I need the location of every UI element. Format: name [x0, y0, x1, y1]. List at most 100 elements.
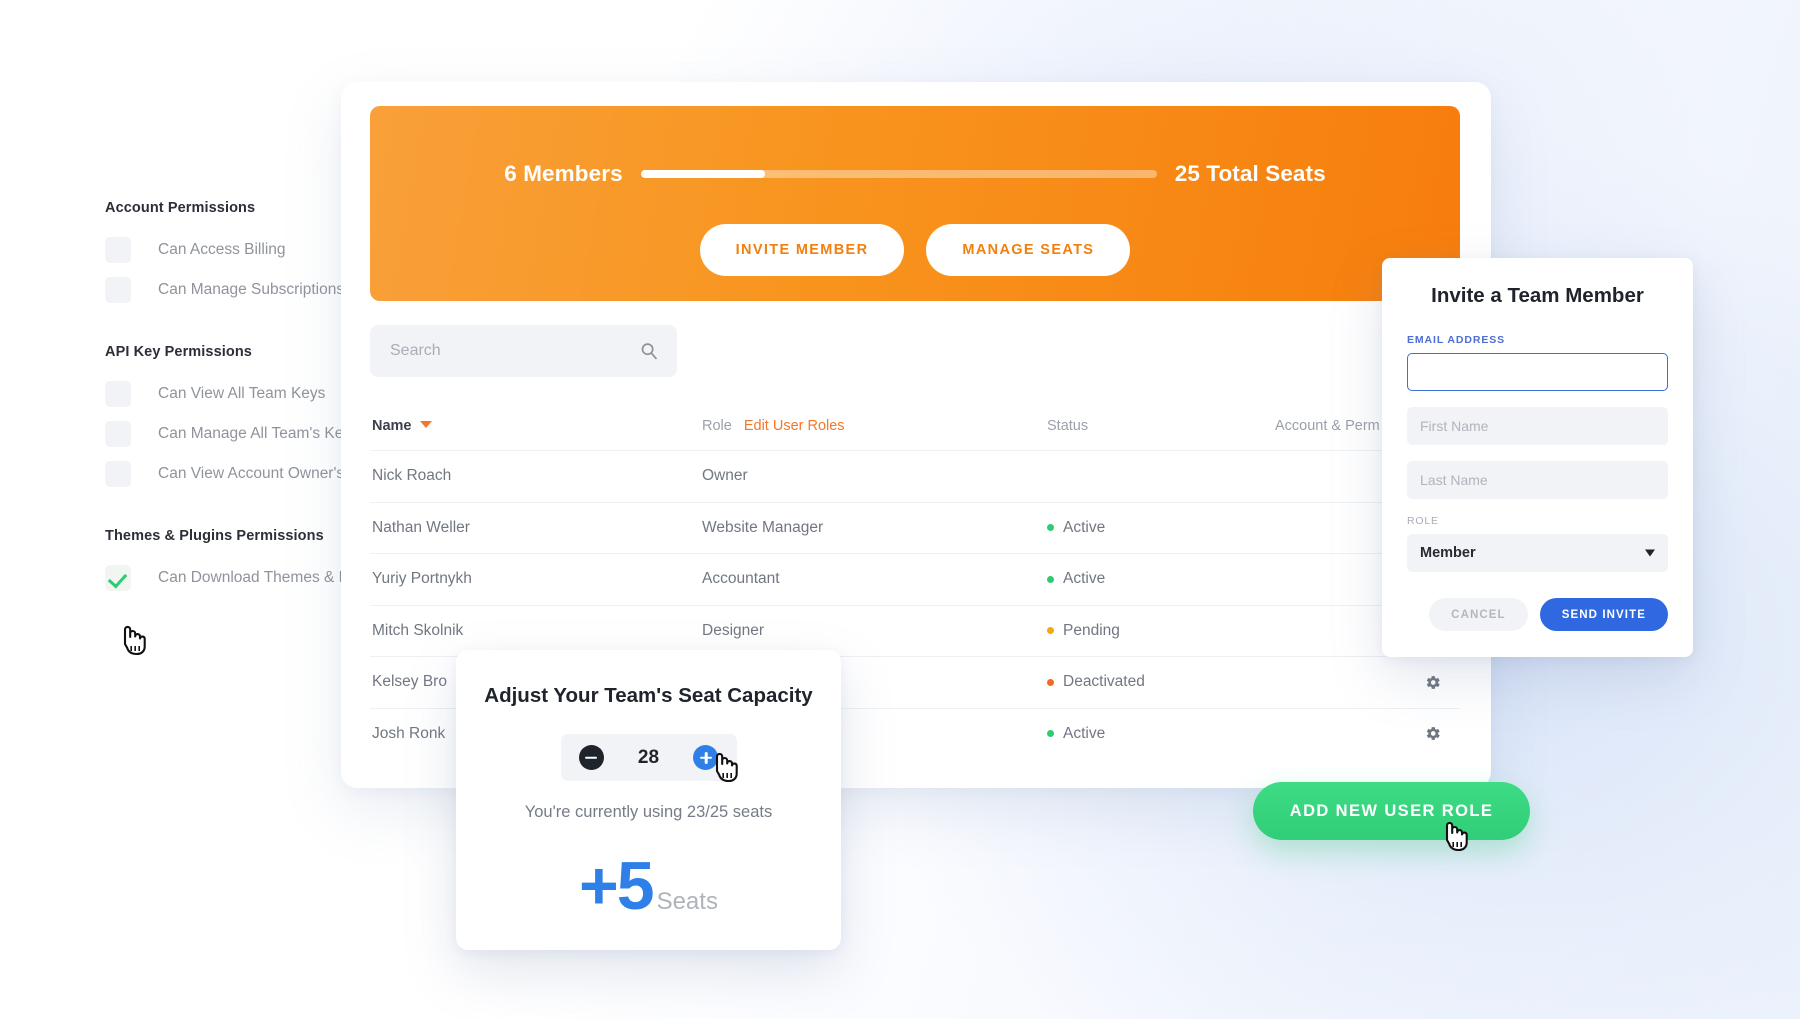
- cell-status: Active: [1063, 724, 1106, 742]
- column-header-status: Status: [1047, 417, 1275, 435]
- chevron-down-icon: [1645, 549, 1655, 557]
- last-name-field[interactable]: [1407, 461, 1668, 499]
- sort-descending-icon[interactable]: [419, 421, 432, 429]
- first-name-field[interactable]: [1407, 407, 1668, 445]
- seat-delta: +5 Seats: [456, 852, 841, 920]
- cancel-button[interactable]: CANCEL: [1429, 598, 1528, 631]
- permission-row-can-view-account-owners-keys[interactable]: Can View Account Owner's K: [105, 454, 360, 494]
- send-invite-button[interactable]: SEND INVITE: [1539, 598, 1668, 631]
- column-label-name: Name: [372, 418, 412, 434]
- seat-quantity-value: 28: [637, 746, 660, 768]
- cell-status: Deactivated: [1063, 673, 1145, 691]
- checkbox-can-download-themes-plugins[interactable]: [105, 565, 131, 591]
- role-select[interactable]: Member: [1407, 534, 1668, 572]
- role-select-value: Member: [1420, 545, 1476, 561]
- modal-title: Invite a Team Member: [1431, 284, 1644, 307]
- add-new-user-role-button[interactable]: ADD NEW USER ROLE: [1253, 782, 1530, 840]
- cell-name: Nathan Weller: [372, 518, 470, 536]
- permissions-panel: Account Permissions Can Access Billing C…: [0, 200, 370, 598]
- permission-label: Can Manage Subscriptions: [158, 281, 345, 298]
- search-input[interactable]: [388, 341, 639, 361]
- permission-group-heading: Account Permissions: [105, 200, 256, 216]
- total-seats-label: 25 Total Seats: [1174, 161, 1326, 186]
- permission-label: Can Download Themes & Plug: [158, 569, 370, 586]
- search-icon: [639, 341, 659, 361]
- edit-user-roles-link[interactable]: Edit User Roles: [744, 418, 845, 434]
- permission-row-can-access-billing[interactable]: Can Access Billing: [105, 230, 360, 270]
- search-box[interactable]: [370, 325, 677, 377]
- checkbox-can-manage-subscriptions[interactable]: [105, 277, 131, 303]
- app-screenshot: Account Permissions Can Access Billing C…: [0, 0, 1800, 1019]
- status-dot: [1047, 678, 1054, 686]
- members-count-label: 6 Members: [504, 161, 623, 186]
- permission-label: Can View All Team Keys: [158, 385, 326, 402]
- cell-role: Owner: [702, 467, 748, 485]
- pointer-cursor-icon: [116, 617, 150, 657]
- seat-usage-text: You're currently using 23/25 seats: [524, 803, 773, 821]
- column-header-name[interactable]: Name: [370, 417, 702, 435]
- status-dot: [1047, 730, 1054, 738]
- table-row[interactable]: Nathan Weller Website Manager Active: [370, 501, 1460, 554]
- permission-label: Can Manage All Team's Keys: [158, 425, 359, 442]
- column-label-account-permissions: Account & Perm: [1275, 418, 1380, 434]
- status-dot: [1047, 627, 1054, 635]
- permission-label: Can View Account Owner's K: [158, 465, 359, 482]
- seat-progress-fill: [640, 170, 765, 178]
- status-badge: Active: [1047, 725, 1275, 743]
- permission-row-can-manage-subscriptions[interactable]: Can Manage Subscriptions: [105, 270, 360, 310]
- plus-icon[interactable]: [693, 745, 719, 770]
- cell-name: Kelsey Bro: [372, 673, 447, 691]
- table-row[interactable]: Nick Roach Owner: [370, 450, 1460, 502]
- status-dot: [1047, 524, 1054, 532]
- column-label-status: Status: [1047, 418, 1089, 434]
- invite-team-member-modal: Invite a Team Member EMAIL ADDRESS ROLE …: [1382, 258, 1693, 657]
- cell-status: Active: [1063, 518, 1106, 536]
- seat-delta-label: Seats: [656, 888, 718, 915]
- gear-icon[interactable]: [1423, 673, 1442, 692]
- permission-row-can-view-all-team-keys[interactable]: Can View All Team Keys: [105, 374, 360, 414]
- checkbox-can-access-billing[interactable]: [105, 237, 131, 263]
- cell-status: Pending: [1063, 621, 1120, 639]
- gear-icon[interactable]: [1423, 724, 1442, 743]
- seat-quantity-stepper[interactable]: 28: [560, 734, 737, 781]
- permission-row-can-manage-all-teams-keys[interactable]: Can Manage All Team's Keys: [105, 414, 360, 454]
- table-row[interactable]: Yuriy Portnykh Accountant Active: [370, 553, 1460, 605]
- column-label-role: Role: [702, 418, 732, 434]
- banner-actions: INVITE MEMBER MANAGE SEATS: [370, 224, 1460, 276]
- checkbox-can-view-account-owners-keys[interactable]: [105, 461, 131, 487]
- seat-popup-title: Adjust Your Team's Seat Capacity: [484, 684, 813, 707]
- email-field-label: EMAIL ADDRESS: [1407, 334, 1506, 346]
- role-field-label: ROLE: [1407, 515, 1439, 527]
- cell-role: Accountant: [702, 570, 780, 588]
- table-header-row: Name Role Edit User Roles Status Account …: [370, 402, 1460, 450]
- minus-icon[interactable]: [578, 745, 604, 770]
- status-badge: Active: [1047, 570, 1275, 588]
- status-badge: Deactivated: [1047, 673, 1275, 691]
- cell-status: Active: [1063, 570, 1106, 588]
- checkbox-can-manage-all-teams-keys[interactable]: [105, 421, 131, 447]
- permission-group-account: Account Permissions Can Access Billing C…: [0, 200, 360, 310]
- permission-group-heading: API Key Permissions: [105, 344, 252, 360]
- manage-seats-button[interactable]: MANAGE SEATS: [926, 224, 1131, 276]
- permission-row-can-download-themes-plugins[interactable]: Can Download Themes & Plug: [105, 558, 370, 598]
- modal-actions: CANCEL SEND INVITE: [1407, 598, 1668, 631]
- cell-role: Designer: [702, 621, 765, 639]
- email-field[interactable]: [1407, 353, 1668, 391]
- permission-group-themes-plugins: Themes & Plugins Permissions Can Downloa…: [0, 528, 370, 598]
- permission-group-heading: Themes & Plugins Permissions: [105, 528, 324, 544]
- seat-meter-row: 6 Members 25 Total Seats: [370, 161, 1460, 187]
- cell-name: Josh Ronk: [372, 724, 446, 742]
- status-dot: [1047, 575, 1054, 583]
- cell-role: Website Manager: [702, 518, 824, 536]
- seat-summary-banner: 6 Members 25 Total Seats INVITE MEMBER M…: [370, 106, 1460, 301]
- invite-member-button[interactable]: INVITE MEMBER: [699, 224, 905, 276]
- seat-capacity-popup: Adjust Your Team's Seat Capacity 28 You'…: [456, 650, 841, 950]
- seat-progress-bar: [640, 170, 1157, 178]
- cell-name: Mitch Skolnik: [372, 621, 464, 639]
- cell-name: Nick Roach: [372, 467, 452, 485]
- status-badge: Pending: [1047, 622, 1275, 640]
- permission-group-api-key: API Key Permissions Can View All Team Ke…: [0, 344, 360, 494]
- checkbox-can-view-all-team-keys[interactable]: [105, 381, 131, 407]
- table-row[interactable]: Mitch Skolnik Designer Pending: [370, 604, 1460, 657]
- status-badge: Active: [1047, 519, 1275, 537]
